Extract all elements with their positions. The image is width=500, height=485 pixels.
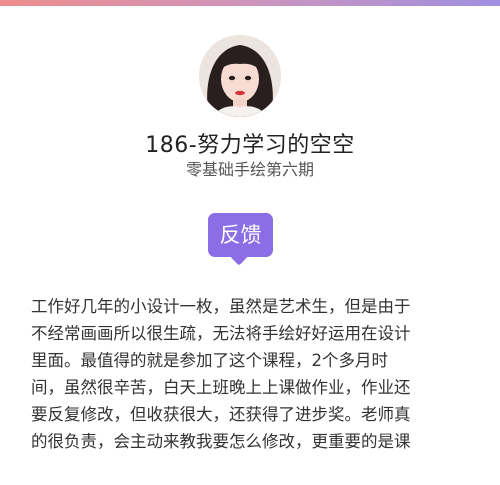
feedback-line: 间，虽然很辛苦，白天上班晚上上课做作业，作业还 xyxy=(31,378,411,397)
feedback-line: 要反复修改，但收获很大，还获得了进步奖。老师真 xyxy=(31,405,411,424)
feedback-text: 工作好几年的小设计一枚，虽然是艺术生，但是由于 不经常画画所以很生疏，无法将手绘… xyxy=(31,293,471,455)
feedback-tag: 反馈 xyxy=(208,213,273,266)
user-portrait-icon xyxy=(199,35,281,117)
feedback-line: 不经常画画所以很生疏，无法将手绘好好运用在设计 xyxy=(31,324,411,343)
avatar[interactable] xyxy=(199,35,281,117)
feedback-line: 工作好几年的小设计一枚，虽然是艺术生，但是由于 xyxy=(31,297,411,316)
course-name: 零基础手绘第六期 xyxy=(185,160,314,179)
feedback-line: 的很负责，会主动来教我要怎么修改，更重要的是课 xyxy=(31,432,411,451)
feedback-line: 里面。最值得的就是参加了这个课程，2个多月时 xyxy=(31,351,388,370)
tag-label: 反馈 xyxy=(208,213,273,257)
user-name: 186-努力学习的空空 xyxy=(145,133,355,158)
top-gradient-bar xyxy=(0,0,500,6)
